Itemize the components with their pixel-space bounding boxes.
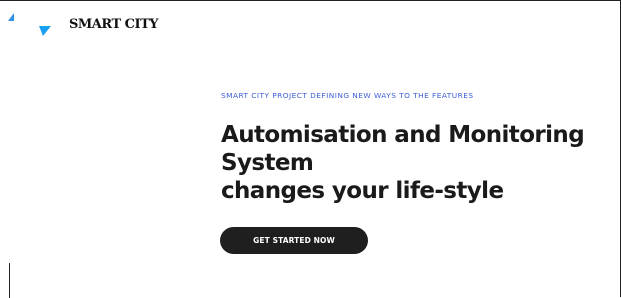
page-frame: SMART CITY SMART CITY PROJECT DEFINING N… [0, 0, 621, 298]
get-started-button[interactable]: GET STARTED NOW [220, 227, 368, 254]
logo-icon [8, 13, 51, 36]
hero-eyebrow: SMART CITY PROJECT DEFINING NEW WAYS TO … [221, 91, 474, 100]
hero-headline: Automisation and Monitoring System chang… [221, 121, 616, 205]
headline-line: changes your life-style [221, 178, 504, 204]
logo-triangle-small-icon [8, 13, 14, 21]
logo-triangle-large-icon [39, 26, 51, 36]
brand-name: SMART CITY [69, 17, 159, 32]
headline-line: Automisation and Monitoring [221, 122, 585, 148]
headline-line: System [221, 150, 314, 176]
hero-section: SMART CITY PROJECT DEFINING NEW WAYS TO … [221, 91, 616, 205]
divider [9, 263, 10, 298]
